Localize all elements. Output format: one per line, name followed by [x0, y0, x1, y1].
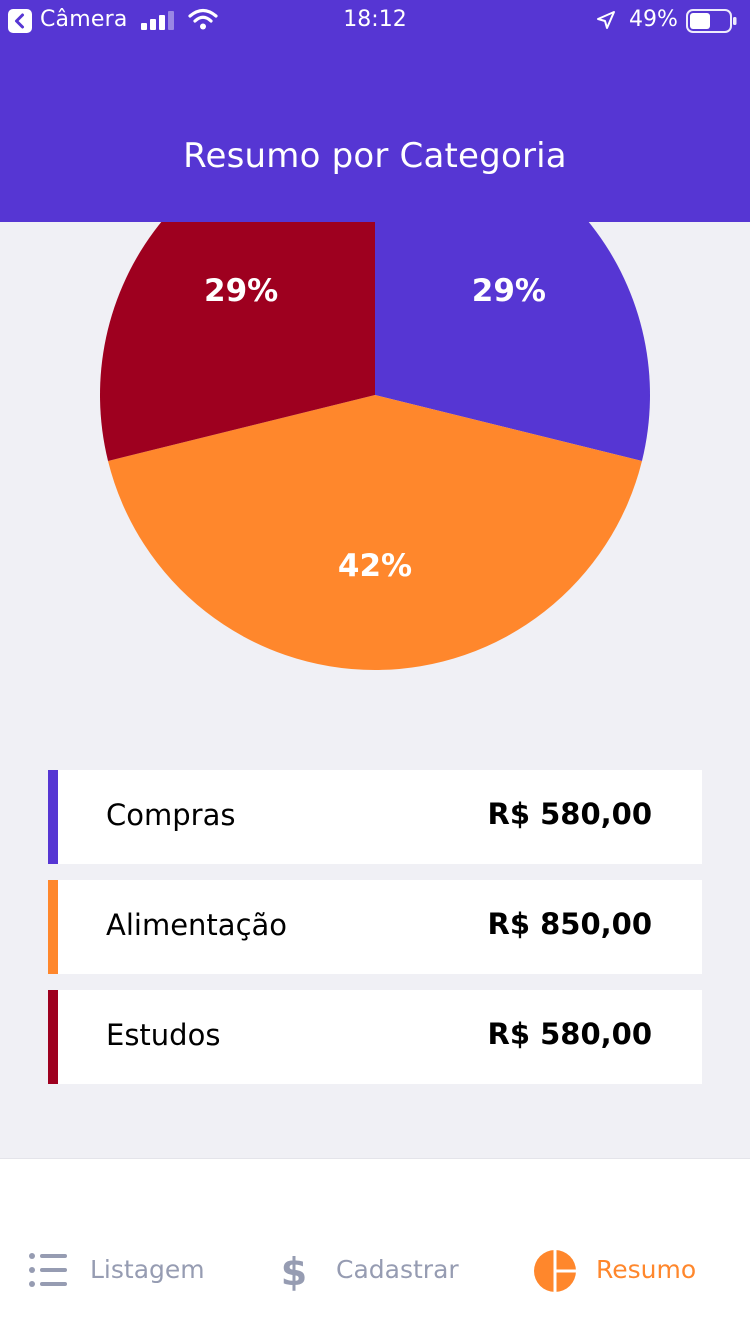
- category-name: Estudos: [106, 1018, 221, 1052]
- battery-icon: [686, 9, 737, 33]
- tab-cadastrar[interactable]: $ Cadastrar: [280, 1249, 470, 1293]
- bottom-tab-bar: Listagem $ Cadastrar Resumo: [0, 1158, 750, 1335]
- category-card-estudos: Estudos R$ 580,00: [48, 990, 702, 1084]
- pie-slice-label: 29%: [204, 273, 278, 309]
- pie-slice-label: 42%: [338, 548, 412, 584]
- tab-resumo[interactable]: Resumo: [533, 1249, 703, 1293]
- category-card-compras: Compras R$ 580,00: [48, 770, 702, 864]
- pie-chart-icon: [534, 1250, 576, 1292]
- tab-label: Resumo: [596, 1255, 697, 1284]
- list-icon: [29, 1253, 67, 1287]
- category-amount: R$ 580,00: [487, 797, 652, 831]
- dollar-sign-icon: $: [281, 1250, 307, 1293]
- page-title: Resumo por Categoria: [183, 136, 567, 176]
- category-legend: Compras R$ 580,00 Alimentação R$ 850,00 …: [48, 770, 702, 1100]
- category-name: Compras: [106, 798, 236, 832]
- tab-listagem[interactable]: Listagem: [28, 1249, 218, 1293]
- app-header: Câmera 18:12 49% Resumo por Categoria: [0, 0, 750, 222]
- battery-percentage: 49%: [629, 7, 678, 32]
- location-arrow-icon: [597, 11, 615, 29]
- category-name: Alimentação: [106, 908, 288, 942]
- pie-slice-label: 29%: [472, 273, 546, 309]
- category-amount: R$ 850,00: [487, 907, 652, 941]
- category-amount: R$ 580,00: [487, 1017, 652, 1051]
- category-color-bar: [48, 990, 58, 1084]
- tab-label: Listagem: [90, 1255, 205, 1284]
- tab-label: Cadastrar: [336, 1255, 459, 1284]
- category-color-bar: [48, 880, 58, 974]
- category-card-alimentacao: Alimentação R$ 850,00: [48, 880, 702, 974]
- category-color-bar: [48, 770, 58, 864]
- svg-text:$: $: [281, 1250, 307, 1293]
- status-bar: Câmera 18:12 49%: [0, 0, 750, 40]
